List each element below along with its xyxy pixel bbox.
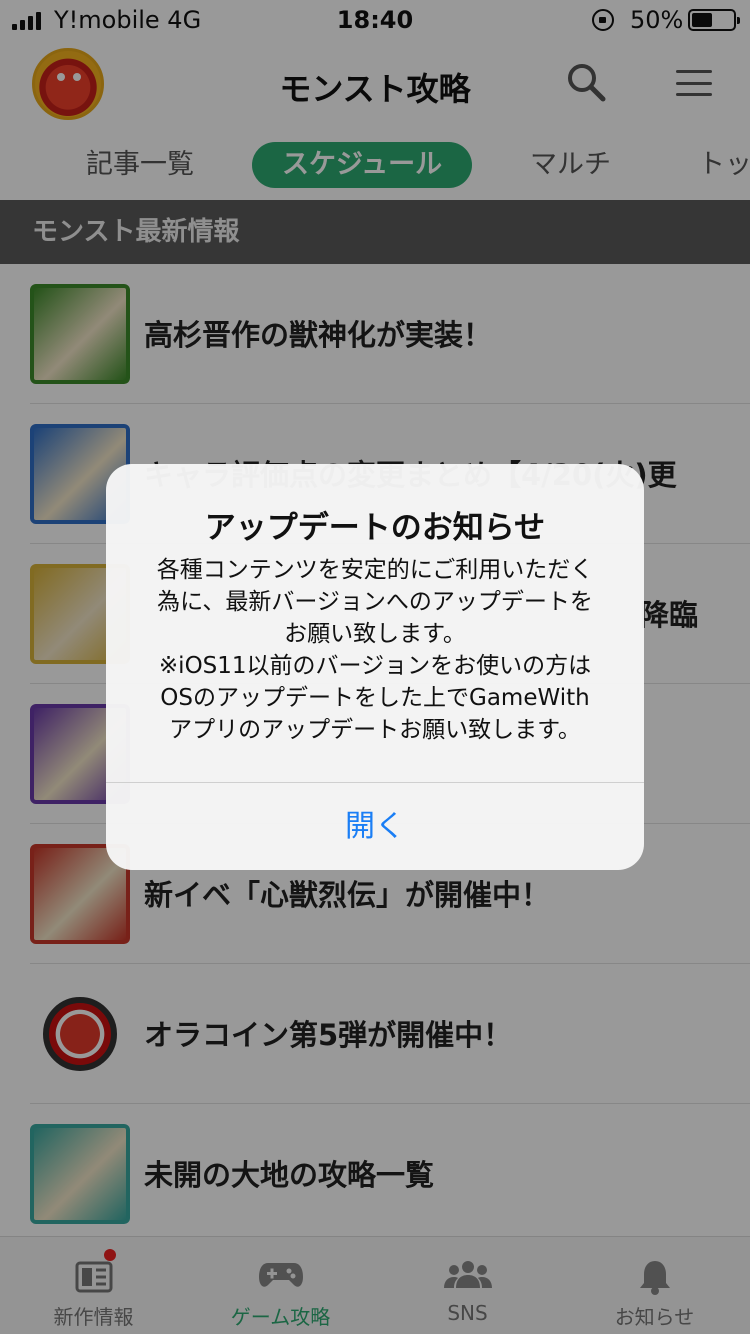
update-alert-dialog: アップデートのお知らせ 各種コンテンツを安定的にご利用いただく 為に、最新バージ… [106, 464, 644, 870]
open-button[interactable]: 開く [106, 783, 644, 870]
alert-message: 各種コンテンツを安定的にご利用いただく 為に、最新バージョンへのアップデートを … [156, 557, 594, 743]
alert-title: アップデートのお知らせ [204, 510, 546, 546]
